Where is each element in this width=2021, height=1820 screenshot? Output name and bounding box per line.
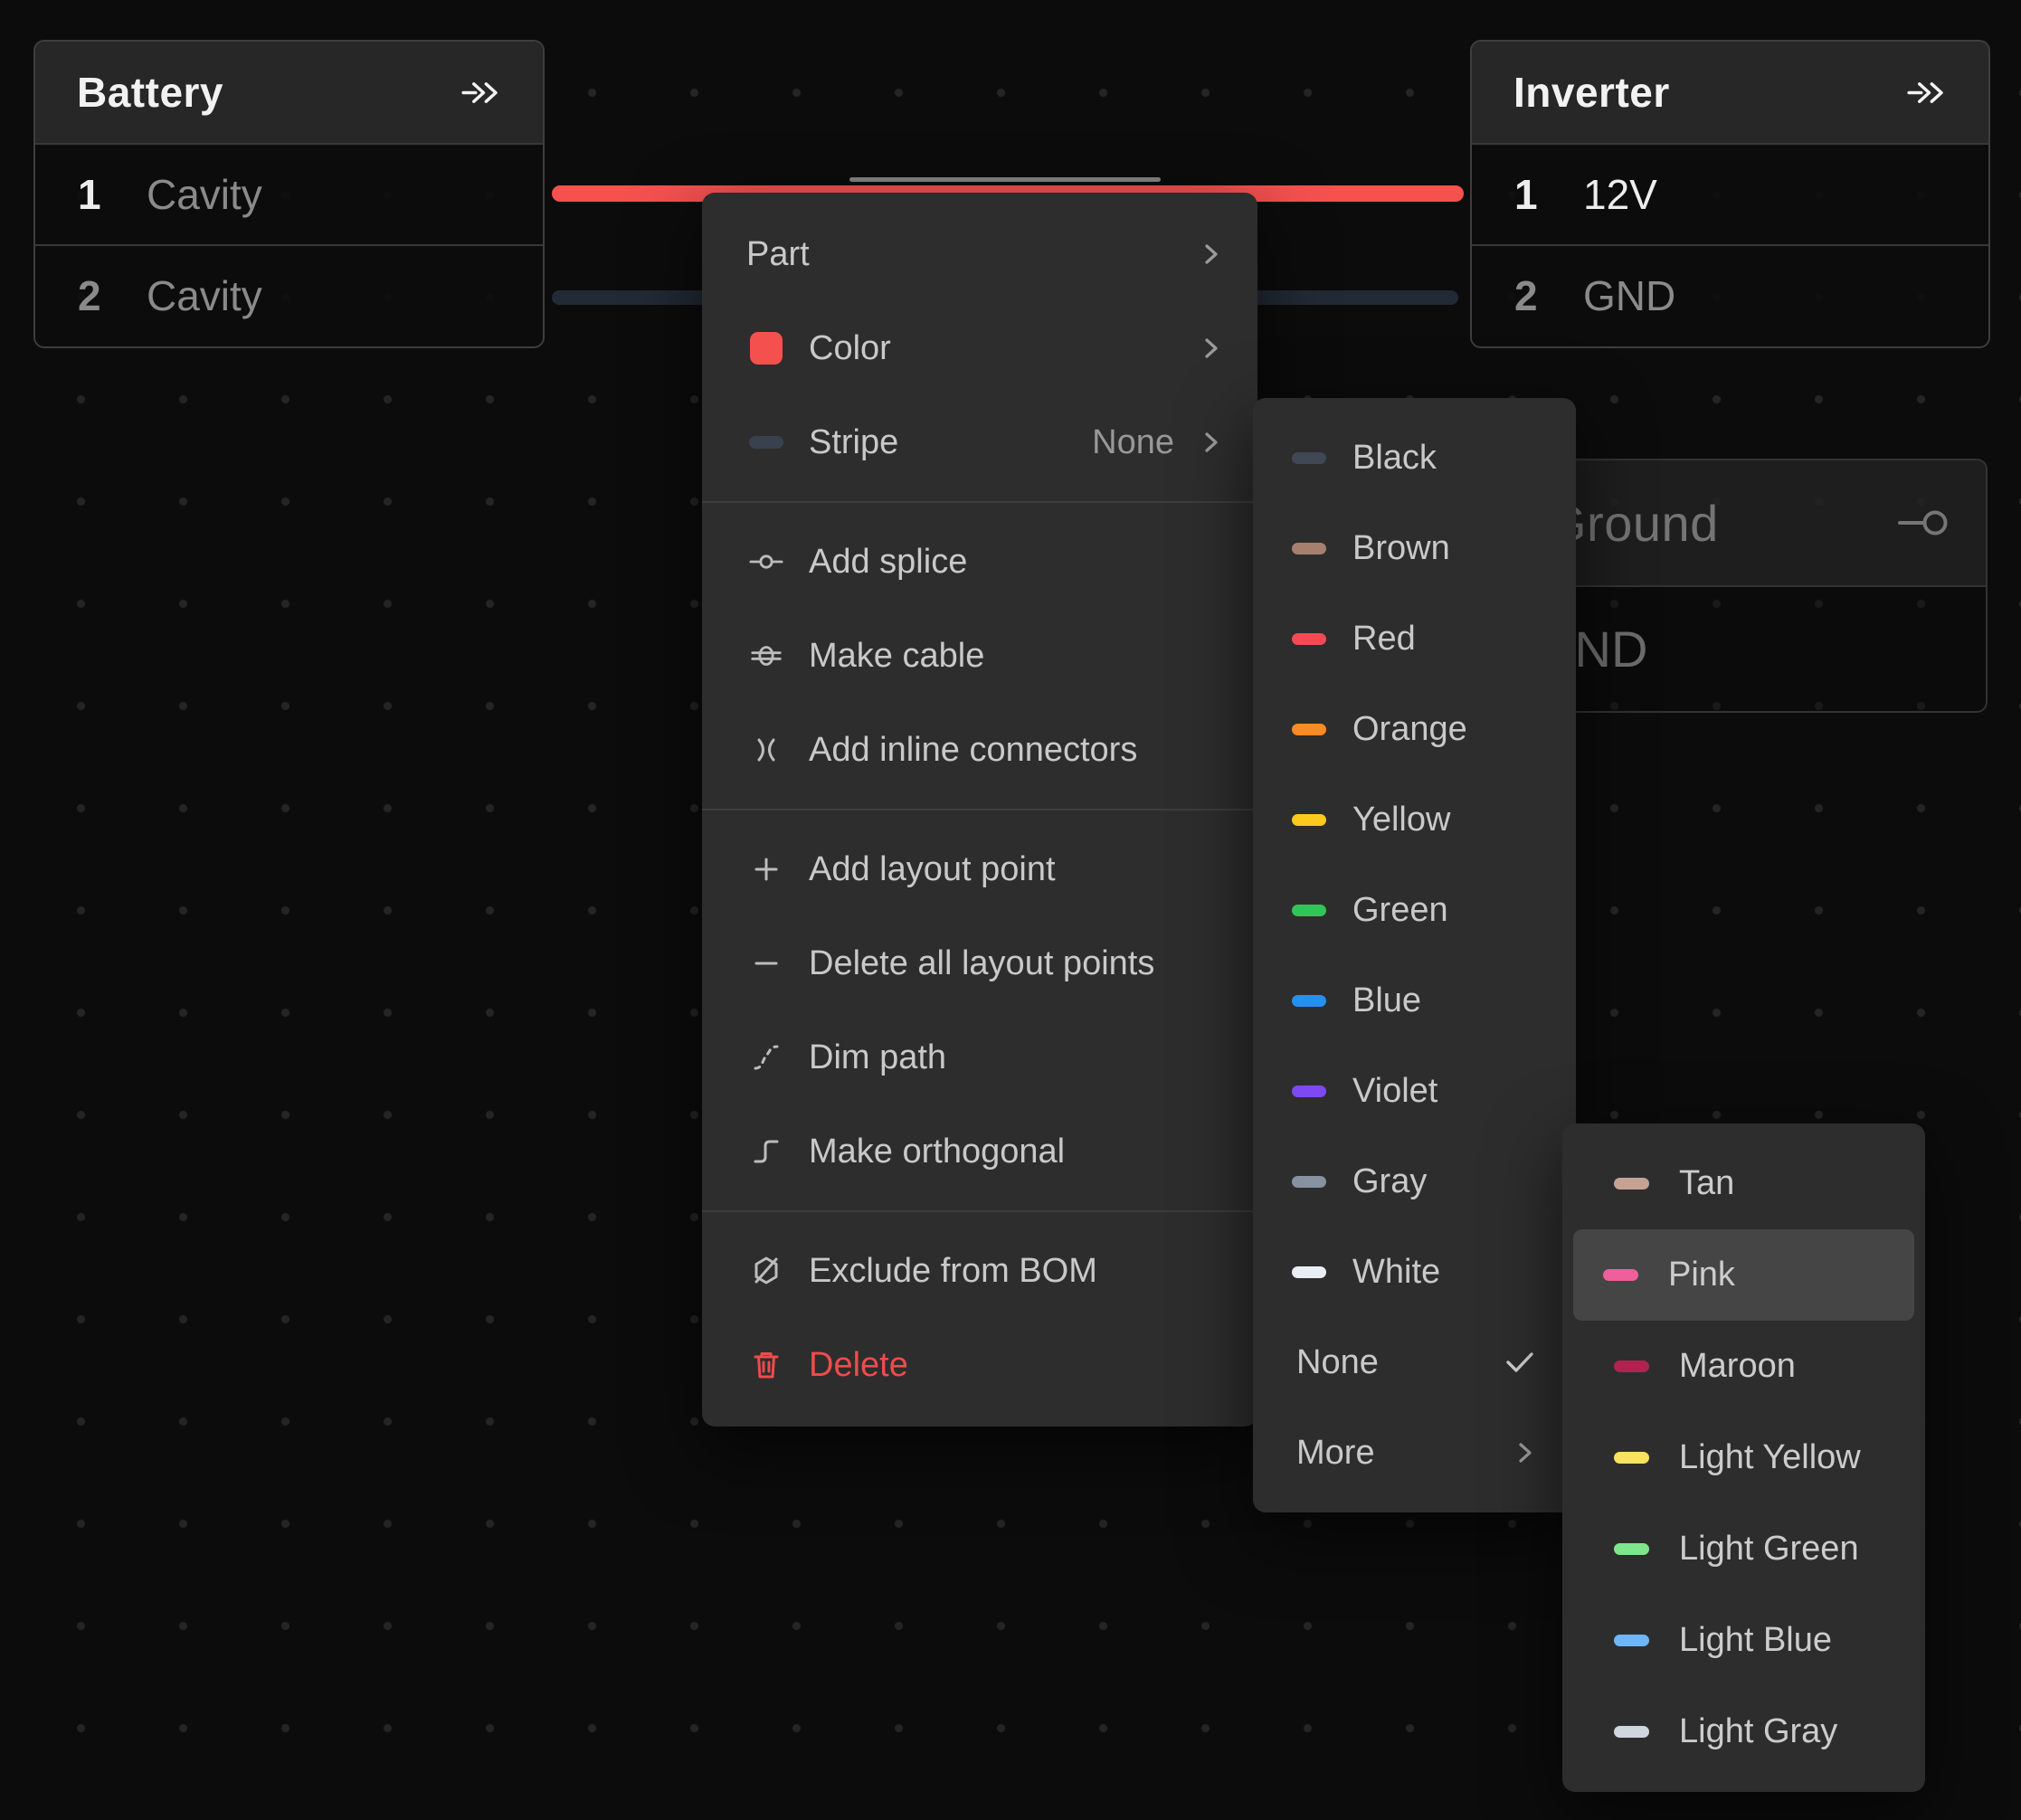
color-pill — [1292, 543, 1326, 555]
exclude-bom-icon — [749, 1256, 783, 1286]
menu-item-delete-all-layout-points[interactable]: Delete all layout points — [702, 916, 1257, 1010]
inverter-header[interactable]: Inverter — [1472, 42, 1988, 143]
battery-pin-row-2[interactable]: 2 Cavity — [35, 244, 543, 346]
color-option-yellow[interactable]: Yellow — [1253, 774, 1576, 865]
menu-item-add-inline-connectors[interactable]: Add inline connectors — [702, 703, 1257, 797]
orthogonal-icon — [749, 1137, 783, 1166]
pin-label: GND — [1583, 271, 1675, 320]
pin-number: 1 — [78, 170, 147, 219]
menu-item-add-layout-point[interactable]: Add layout point — [702, 822, 1257, 916]
pin-port-icon — [1897, 507, 1950, 538]
harness-editor-canvas: { "canvas": { "background": "#0c0c0c", "… — [0, 0, 2021, 1820]
color-option-light-yellow[interactable]: Light Yellow — [1573, 1412, 1914, 1503]
trash-icon — [749, 1350, 783, 1380]
color-option-red[interactable]: Red — [1253, 593, 1576, 684]
color-option-tan[interactable]: Tan — [1573, 1138, 1914, 1229]
color-option-light-gray[interactable]: Light Gray — [1573, 1686, 1914, 1777]
color-pill — [1292, 1176, 1326, 1188]
color-pill — [1614, 1543, 1649, 1555]
more-colors-submenu: Tan Pink Maroon Light Yellow Light Green… — [1562, 1123, 1925, 1792]
connector-inverter[interactable]: Inverter 1 12V 2 GND — [1470, 40, 1990, 348]
menu-item-add-splice[interactable]: Add splice — [702, 515, 1257, 609]
menu-item-dim-path[interactable]: Dim path — [702, 1010, 1257, 1104]
dim-path-icon — [749, 1043, 783, 1072]
inverter-title: Inverter — [1513, 68, 1670, 117]
pin-label: Cavity — [147, 170, 262, 219]
pin-label: 12V — [1583, 170, 1657, 219]
menu-divider — [702, 809, 1257, 810]
inverter-pin-row-1[interactable]: 1 12V — [1472, 143, 1988, 244]
color-pill — [1614, 1635, 1649, 1646]
battery-header[interactable]: Battery — [35, 42, 543, 143]
chevron-right-icon — [1201, 429, 1221, 456]
menu-divider — [702, 1210, 1257, 1212]
stripe-swatch-icon — [749, 436, 783, 449]
color-option-more[interactable]: More — [1253, 1408, 1576, 1498]
splice-icon — [749, 550, 783, 573]
pin-number: 1 — [1514, 170, 1583, 219]
menu-item-make-orthogonal[interactable]: Make orthogonal — [702, 1104, 1257, 1199]
cable-icon — [749, 643, 783, 668]
menu-item-color[interactable]: Color — [702, 301, 1257, 395]
stripe-value: None — [1092, 423, 1174, 462]
chevron-right-icon — [1201, 335, 1221, 362]
menu-item-stripe[interactable]: Stripe None — [702, 395, 1257, 489]
color-option-black[interactable]: Black — [1253, 412, 1576, 503]
color-pill — [1292, 724, 1326, 735]
color-pill — [1292, 995, 1326, 1007]
collapse-pins-icon[interactable] — [460, 79, 503, 107]
ground-header[interactable]: Ground — [1553, 460, 1986, 585]
chevron-right-icon — [1515, 1439, 1535, 1466]
connector-battery[interactable]: Battery 1 Cavity 2 Cavity — [33, 40, 545, 348]
color-option-light-green[interactable]: Light Green — [1573, 1503, 1914, 1595]
color-option-blue[interactable]: Blue — [1253, 955, 1576, 1046]
color-submenu: Black Brown Red Orange Yellow Green Blue… — [1253, 398, 1576, 1512]
color-option-pink[interactable]: Pink — [1573, 1229, 1914, 1321]
color-pill — [1292, 1085, 1326, 1097]
chevron-right-icon — [1201, 241, 1221, 268]
color-pill — [1614, 1726, 1649, 1738]
minus-icon — [749, 950, 783, 977]
wire-context-menu: Part Color Stripe None Add splice — [702, 193, 1257, 1427]
color-option-gray[interactable]: Gray — [1253, 1136, 1576, 1227]
pin-number: 2 — [1514, 271, 1583, 320]
menu-divider — [702, 501, 1257, 503]
color-option-orange[interactable]: Orange — [1253, 684, 1576, 774]
color-pill — [1614, 1178, 1649, 1190]
color-pill — [1614, 1360, 1649, 1372]
battery-pin-row-1[interactable]: 1 Cavity — [35, 143, 543, 244]
pin-label: Cavity — [147, 271, 262, 320]
color-option-maroon[interactable]: Maroon — [1573, 1321, 1914, 1412]
color-pill — [1603, 1269, 1638, 1281]
collapse-pins-icon[interactable] — [1906, 79, 1949, 107]
checkmark-icon — [1504, 1351, 1535, 1374]
color-pill — [1292, 633, 1326, 645]
menu-item-make-cable[interactable]: Make cable — [702, 609, 1257, 703]
battery-title: Battery — [77, 68, 223, 117]
color-pill — [1614, 1452, 1649, 1464]
color-pill — [1292, 1266, 1326, 1278]
color-option-brown[interactable]: Brown — [1253, 503, 1576, 593]
pin-number: 2 — [78, 271, 147, 320]
inverter-pin-row-2[interactable]: 2 GND — [1472, 244, 1988, 346]
color-option-none[interactable]: None — [1253, 1317, 1576, 1408]
color-pill — [1292, 452, 1326, 464]
plus-icon — [749, 856, 783, 883]
menu-item-part[interactable]: Part — [702, 207, 1257, 301]
ground-title: Ground — [1551, 494, 1719, 553]
color-option-violet[interactable]: Violet — [1253, 1046, 1576, 1136]
ground-pin-row-1[interactable]: GND — [1553, 585, 1986, 711]
color-option-white[interactable]: White — [1253, 1227, 1576, 1317]
inline-connectors-icon — [749, 737, 783, 763]
color-pill — [1292, 905, 1326, 916]
color-option-green[interactable]: Green — [1253, 865, 1576, 955]
wire-segment-indicator — [849, 177, 1161, 182]
color-option-light-blue[interactable]: Light Blue — [1573, 1595, 1914, 1686]
menu-item-delete[interactable]: Delete — [702, 1318, 1257, 1412]
connector-ground[interactable]: Ground GND — [1551, 459, 1988, 713]
color-pill — [1292, 814, 1326, 826]
menu-item-exclude-from-bom[interactable]: Exclude from BOM — [702, 1224, 1257, 1318]
color-swatch-icon — [749, 332, 783, 365]
